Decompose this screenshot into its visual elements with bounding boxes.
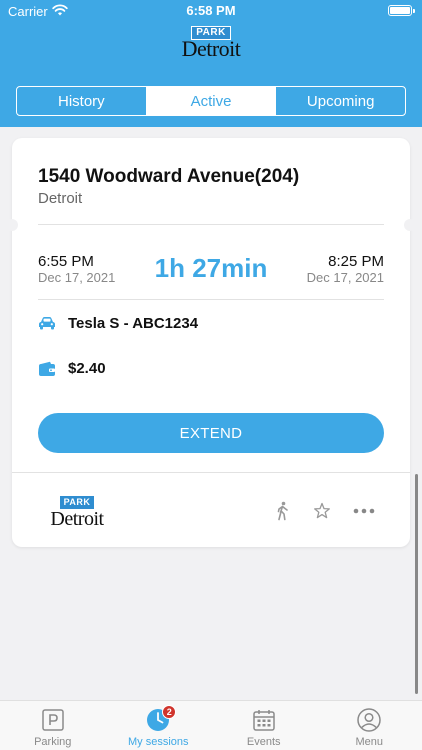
sessions-badge: 2 [162, 705, 177, 719]
session-amount: $2.40 [68, 360, 106, 377]
tabbar-label: My sessions [127, 736, 189, 748]
active-session-card: 1540 Woodward Avenue(204) Detroit 6:55 P… [12, 138, 410, 547]
card-notch-right [404, 219, 416, 231]
logo-city-text: Detroit [50, 508, 104, 530]
bottom-tab-bar: Parking 2 My sessions Events Menu [0, 700, 422, 750]
tabbar-label: Menu [355, 736, 384, 748]
park-detroit-logo: PARK Detroit [0, 22, 422, 62]
divider [12, 472, 410, 473]
logo-city-text: Detroit [181, 36, 241, 61]
walking-person-icon[interactable] [274, 501, 292, 521]
tab-history[interactable]: History [17, 87, 147, 115]
tab-active[interactable]: Active [146, 87, 277, 115]
calendar-icon [253, 710, 275, 731]
divider [38, 299, 384, 300]
tabbar-label: Parking [34, 736, 72, 748]
scrollbar[interactable] [415, 474, 418, 694]
park-detroit-logo: PARK Detroit [44, 492, 110, 530]
status-bar: Carrier 6:58 PM [0, 0, 422, 22]
card-notch-left [6, 219, 18, 231]
tabbar-item-menu[interactable]: Menu [317, 701, 422, 750]
extend-button[interactable]: EXTEND [38, 413, 384, 453]
tabbar-item-events[interactable]: Events [211, 701, 317, 750]
session-city: Detroit [38, 190, 83, 207]
session-address: 1540 Woodward Avenue(204) [38, 166, 300, 187]
tab-upcoming[interactable]: Upcoming [276, 87, 405, 115]
user-icon [357, 708, 381, 732]
divider [38, 224, 384, 225]
more-icon[interactable] [352, 501, 376, 521]
session-tabs: History Active Upcoming [16, 86, 406, 116]
vehicle-label: Tesla S - ABC1234 [68, 315, 199, 332]
end-date: Dec 17, 2021 [306, 270, 384, 285]
status-time: 6:58 PM [186, 3, 236, 18]
tabbar-item-my-sessions[interactable]: 2 My sessions [106, 701, 212, 750]
star-icon[interactable] [313, 501, 331, 521]
end-time: 8:25 PM [328, 253, 384, 270]
tabbar-item-parking[interactable]: Parking [0, 701, 106, 750]
app-header: Carrier 6:58 PM PARK Detroit History Act… [0, 0, 422, 127]
wallet-icon [39, 361, 55, 376]
parking-icon [42, 709, 64, 731]
battery-icon [388, 5, 415, 16]
tabbar-label: Events [246, 736, 281, 748]
car-icon [39, 317, 55, 330]
